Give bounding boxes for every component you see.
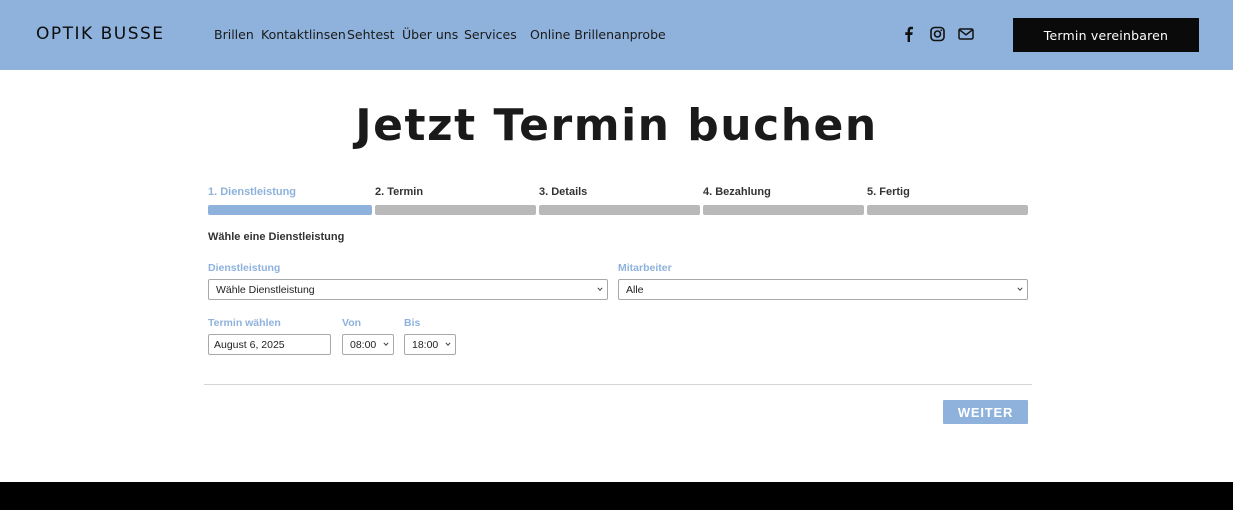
step-1-progress-bar [208, 205, 372, 215]
service-label: Dienstleistung [208, 262, 281, 274]
step-2-progress-bar [375, 205, 536, 215]
date-input[interactable]: August 6, 2025 [208, 334, 331, 355]
nav-item-online-brillenanprobe[interactable]: Online Brillenanprobe [530, 27, 666, 42]
form-heading: Wähle eine Dienstleistung [208, 231, 345, 243]
step-1-label: 1. Dienstleistung [208, 186, 297, 198]
to-time-label: Bis [404, 317, 421, 329]
chevron-down-icon [383, 342, 389, 346]
staff-select-value: Alle [626, 283, 644, 296]
book-appointment-button[interactable]: Termin vereinbaren [1013, 18, 1199, 52]
from-time-value: 08:00 [350, 338, 377, 351]
mail-icon[interactable] [958, 26, 974, 42]
step-4-progress-bar [703, 205, 864, 215]
service-select[interactable]: Wähle Dienstleistung [208, 279, 608, 300]
nav-item-brillen[interactable]: Brillen [214, 27, 254, 42]
staff-label: Mitarbeiter [618, 262, 672, 274]
step-3-label: 3. Details [539, 186, 588, 198]
to-time-select[interactable]: 18:00 [404, 334, 456, 355]
site-footer [0, 482, 1233, 510]
step-5-progress-bar [867, 205, 1028, 215]
nav-item-kontaktlinsen[interactable]: Kontaktlinsen [261, 27, 346, 42]
from-time-label: Von [342, 317, 362, 329]
date-input-value: August 6, 2025 [214, 338, 285, 351]
chevron-down-icon [445, 342, 451, 346]
step-4-label: 4. Bezahlung [703, 186, 771, 198]
facebook-icon[interactable] [903, 26, 914, 42]
nav-item-sehtest[interactable]: Sehtest [347, 27, 395, 42]
nav-item-ueber-uns[interactable]: Über uns [402, 27, 458, 42]
staff-select[interactable]: Alle [618, 279, 1028, 300]
nav-item-services[interactable]: Services [464, 27, 517, 42]
step-3-progress-bar [539, 205, 700, 215]
service-select-value: Wähle Dienstleistung [216, 283, 315, 296]
step-2-label: 2. Termin [375, 186, 424, 198]
step-5-label: 5. Fertig [867, 186, 910, 198]
date-label: Termin wählen [208, 317, 281, 329]
to-time-value: 18:00 [412, 338, 439, 351]
instagram-icon[interactable] [930, 26, 945, 42]
page-title: Jetzt Termin buchen [355, 100, 878, 151]
form-divider [204, 384, 1032, 385]
chevron-down-icon [597, 287, 603, 291]
site-logo[interactable]: OPTIK BUSSE [36, 24, 165, 44]
from-time-select[interactable]: 08:00 [342, 334, 394, 355]
site-header: OPTIK BUSSE Brillen Kontaktlinsen Sehtes… [0, 0, 1233, 70]
chevron-down-icon [1017, 287, 1023, 291]
next-button[interactable]: WEITER [943, 400, 1028, 424]
